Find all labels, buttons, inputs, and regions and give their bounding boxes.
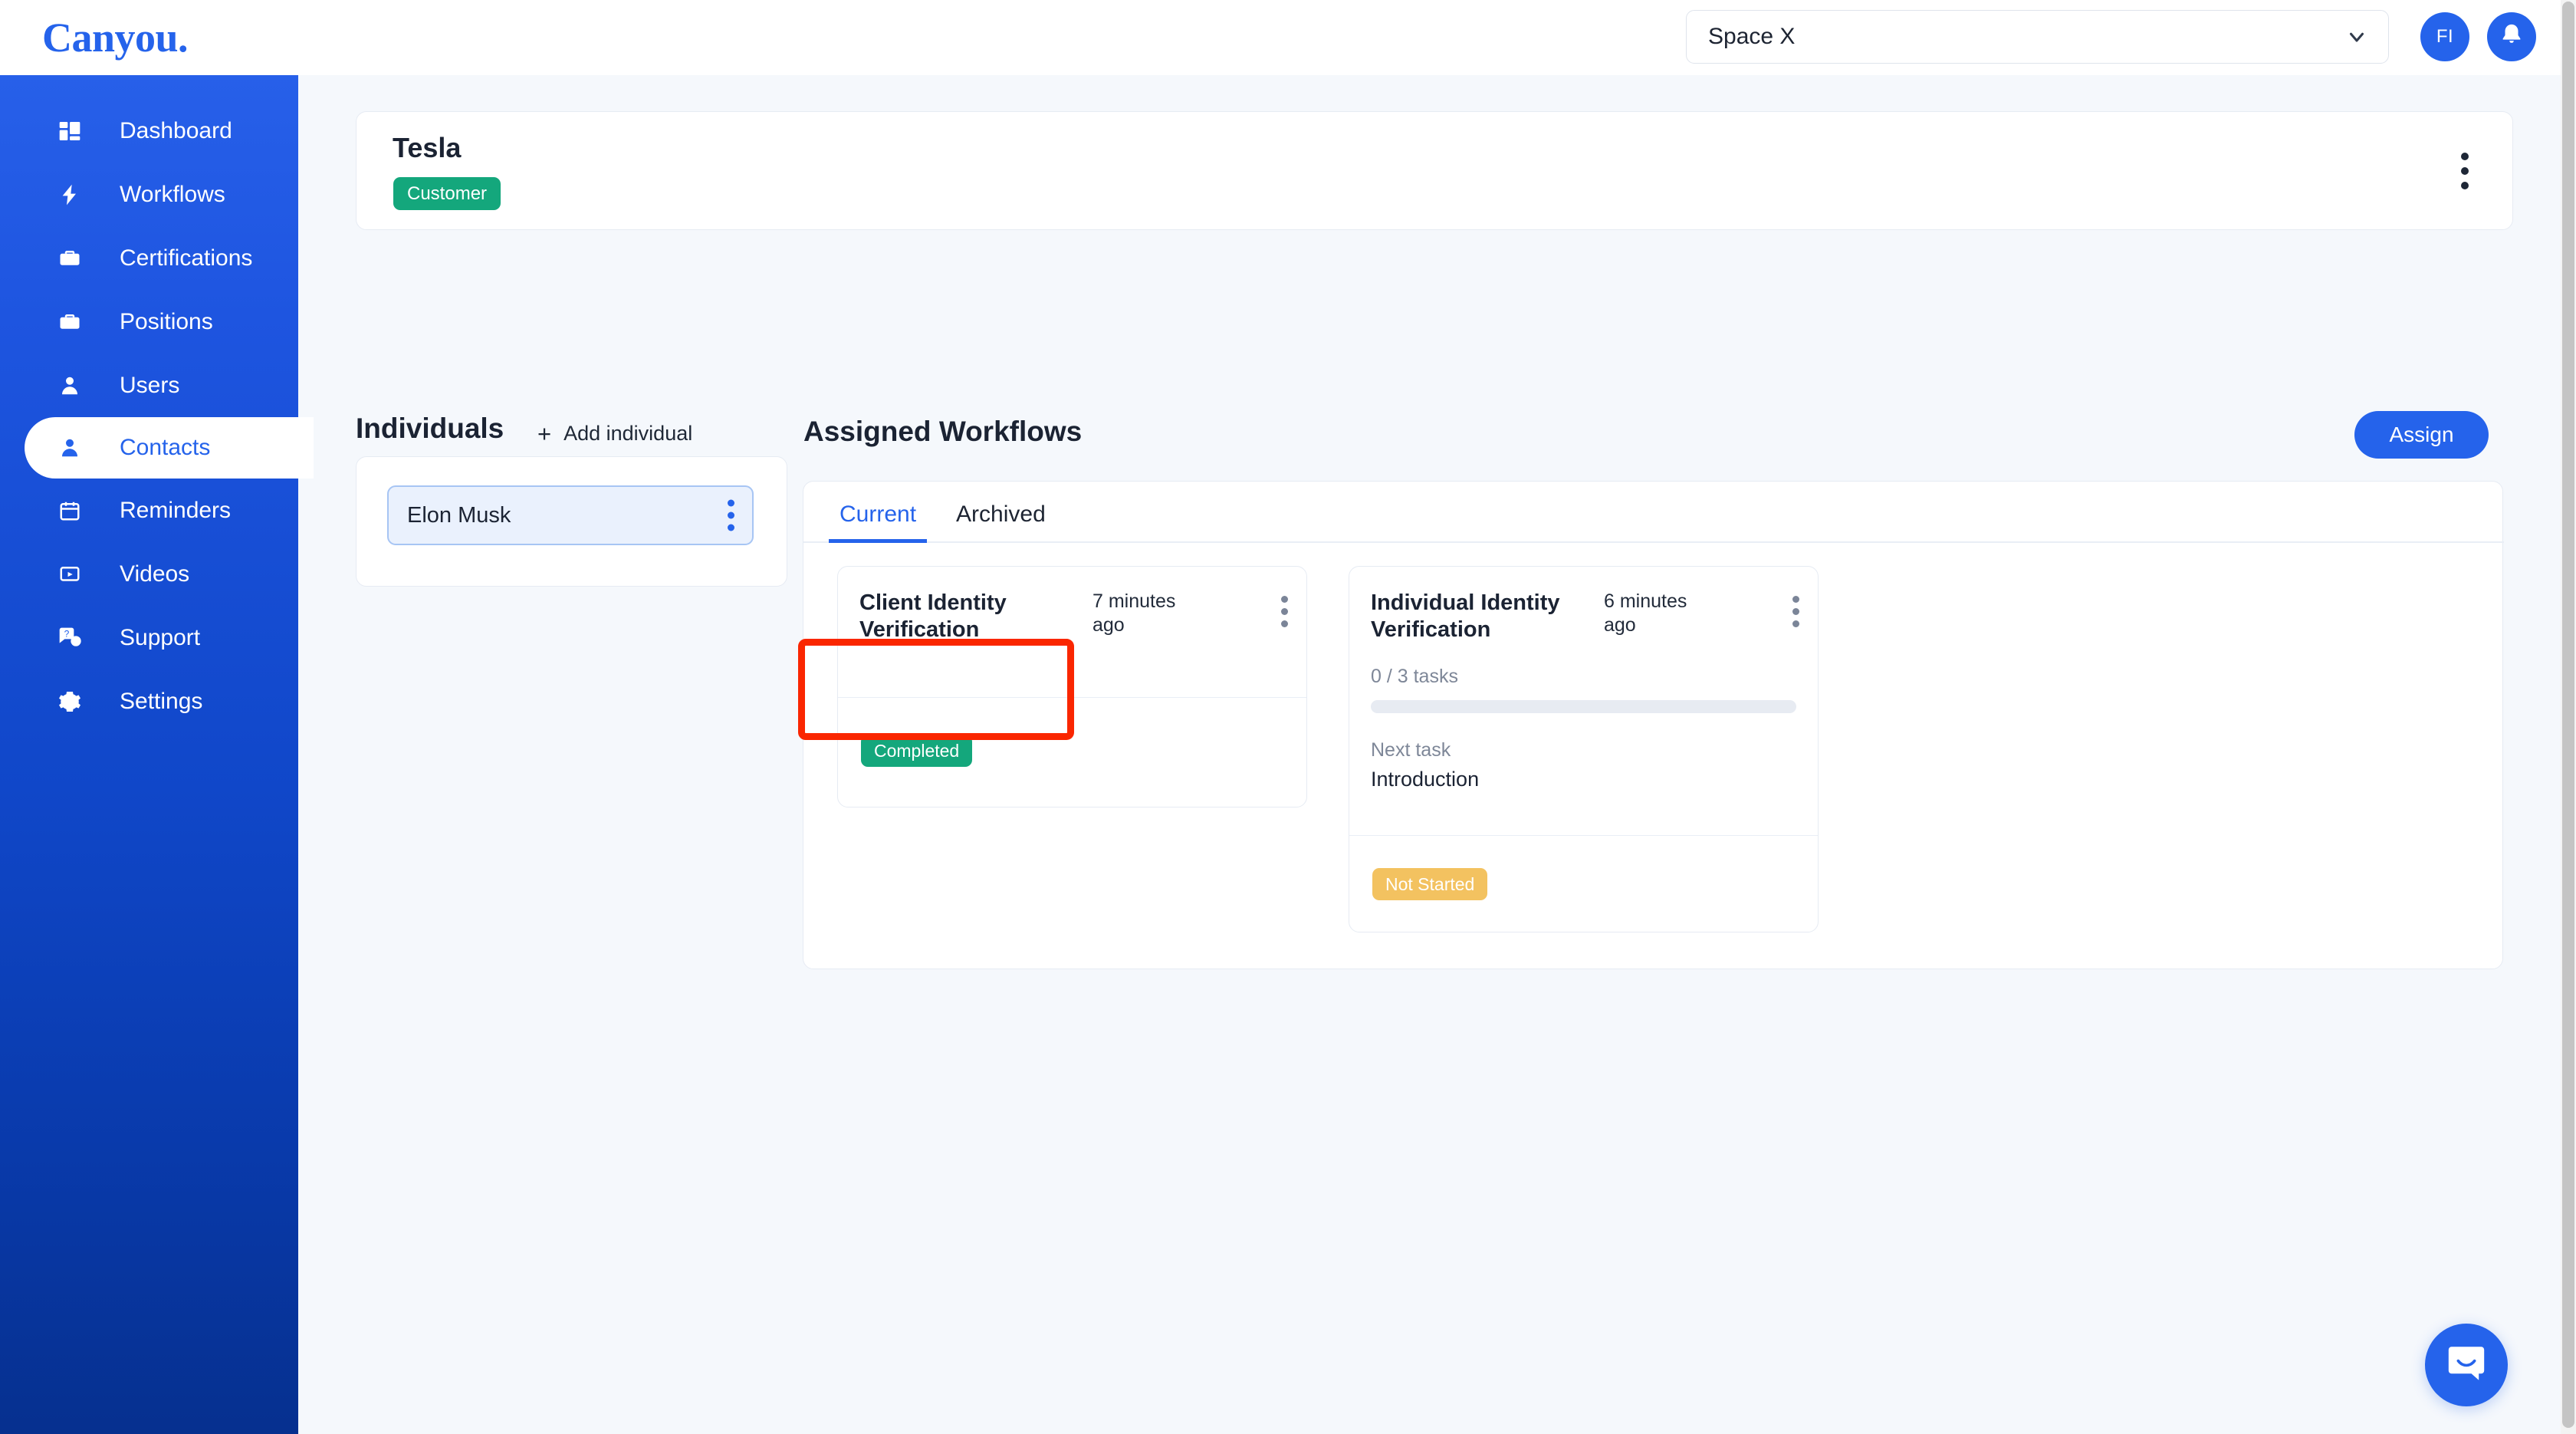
- sidebar-item-support[interactable]: ? Support: [0, 606, 298, 669]
- dashboard-icon: [54, 119, 85, 143]
- sidebar-item-label: Contacts: [120, 435, 211, 460]
- assign-button[interactable]: Assign: [2354, 411, 2489, 459]
- organisation-select-value: Space X: [1708, 24, 1796, 49]
- kebab-dot: [728, 524, 734, 531]
- avatar[interactable]: FI: [2420, 12, 2469, 61]
- briefcase-icon: [54, 311, 85, 334]
- kebab-dot: [2461, 153, 2469, 160]
- chat-bubble-icon: [2444, 1341, 2489, 1390]
- sidebar-item-dashboard[interactable]: Dashboard: [0, 99, 298, 163]
- workflow-name: Individual Identity Verification: [1371, 590, 1560, 643]
- assigned-workflows-panel: Current Archived Client Identity Verific…: [803, 481, 2504, 969]
- bell-icon: [2499, 22, 2525, 52]
- kebab-dot: [728, 499, 734, 507]
- status-badge: Customer: [393, 177, 501, 210]
- user-icon: [54, 436, 85, 459]
- assigned-workflows-heading: Assigned Workflows: [803, 416, 1083, 447]
- organisation-select[interactable]: Space X: [1686, 10, 2389, 64]
- kebab-dot: [2461, 167, 2469, 175]
- sidebar-item-label: Certifications: [120, 245, 253, 271]
- video-icon: [54, 563, 85, 586]
- sidebar-item-label: Workflows: [120, 181, 225, 207]
- individual-name: Elon Musk: [407, 502, 511, 528]
- add-individual-label: Add individual: [564, 422, 693, 445]
- sidebar-item-users[interactable]: Users: [0, 354, 298, 417]
- workflow-card-header: Individual Identity Verification 6 minut…: [1349, 567, 1818, 644]
- sidebar-item-videos[interactable]: Videos: [0, 542, 298, 606]
- list-item[interactable]: Elon Musk: [387, 485, 754, 545]
- kebab-dot: [1792, 620, 1799, 627]
- sidebar-item-reminders[interactable]: Reminders: [0, 479, 298, 542]
- status-badge: Not Started: [1372, 868, 1488, 900]
- task-count: 0 / 3 tasks: [1371, 665, 1458, 687]
- sidebar-item-label: Positions: [120, 308, 213, 334]
- workflow-timestamp: 7 minutes ago: [1092, 590, 1176, 636]
- sidebar-item-label: Videos: [120, 561, 190, 587]
- chat-launcher-button[interactable]: [2425, 1324, 2508, 1406]
- chevron-down-icon: [2345, 25, 2368, 48]
- workflow-card-list: Client Identity Verification 7 minutes a…: [837, 566, 1819, 932]
- sidebar-item-settings[interactable]: Settings: [0, 669, 298, 733]
- user-icon: [54, 374, 85, 397]
- divider: [838, 697, 1306, 698]
- app-root: Canyou. Dashboard Workflows Certificatio…: [0, 0, 2576, 1434]
- sidebar-item-contacts[interactable]: Contacts: [25, 417, 314, 479]
- plus-icon: +: [537, 420, 552, 447]
- kebab-menu-icon[interactable]: [728, 499, 734, 531]
- kebab-dot: [1281, 596, 1288, 603]
- tab-archived[interactable]: Archived: [945, 502, 1056, 541]
- logo-area[interactable]: Canyou.: [0, 0, 298, 75]
- lightning-icon: [54, 183, 85, 207]
- entity-header-card: Tesla Customer: [356, 111, 2513, 230]
- sidebar: Canyou. Dashboard Workflows Certificatio…: [0, 0, 314, 1434]
- individuals-panel: Elon Musk: [356, 456, 787, 587]
- next-task-label: Next task: [1371, 738, 1451, 761]
- gear-icon: [54, 690, 85, 713]
- sidebar-item-label: Dashboard: [120, 117, 232, 143]
- sidebar-item-label: Reminders: [120, 497, 232, 523]
- add-individual-button[interactable]: + Add individual: [537, 422, 692, 446]
- next-task-value: Introduction: [1371, 767, 1480, 791]
- sidebar-item-label: Settings: [120, 688, 203, 714]
- tab-current[interactable]: Current: [829, 502, 928, 543]
- divider: [1349, 835, 1818, 836]
- sidebar-nav: Dashboard Workflows Certifications Posit…: [0, 99, 314, 733]
- kebab-menu-icon[interactable]: [1281, 596, 1288, 627]
- kebab-dot: [2461, 182, 2469, 189]
- kebab-menu-icon[interactable]: [1792, 596, 1799, 627]
- main-content: Tesla Customer Individuals + Add individ…: [298, 75, 2576, 1434]
- workflow-card[interactable]: Individual Identity Verification 6 minut…: [1349, 566, 1819, 932]
- page-title: Tesla: [393, 132, 462, 163]
- top-bar: Space X FI: [298, 0, 2576, 75]
- svg-text:?: ?: [64, 628, 70, 639]
- briefcase-icon: [54, 247, 85, 270]
- kebab-dot: [1281, 620, 1288, 627]
- workflow-card-header: Client Identity Verification 7 minutes a…: [838, 567, 1306, 644]
- kebab-dot: [1281, 608, 1288, 615]
- canyou-logo: Canyou.: [42, 15, 189, 61]
- workflow-card[interactable]: Client Identity Verification 7 minutes a…: [837, 566, 1307, 807]
- sidebar-item-workflows[interactable]: Workflows: [0, 163, 298, 226]
- avatar-initials: FI: [2436, 26, 2454, 47]
- individuals-heading: Individuals: [356, 413, 504, 444]
- workflow-name: Client Identity Verification: [859, 590, 1007, 643]
- sidebar-item-label: Support: [120, 624, 201, 650]
- question-chat-icon: ?: [54, 626, 85, 650]
- calendar-icon: [54, 499, 85, 522]
- notifications-button[interactable]: [2487, 12, 2536, 61]
- workflow-timestamp: 6 minutes ago: [1604, 590, 1687, 636]
- kebab-dot: [1792, 608, 1799, 615]
- workflow-tabs: Current Archived: [803, 482, 2504, 543]
- sidebar-item-label: Users: [120, 372, 180, 398]
- sidebar-item-positions[interactable]: Positions: [0, 290, 298, 354]
- kebab-menu-icon[interactable]: [2446, 143, 2483, 199]
- kebab-dot: [728, 511, 734, 519]
- kebab-dot: [1792, 596, 1799, 603]
- status-badge: Completed: [861, 735, 973, 767]
- scrollbar-thumb[interactable]: [2562, 2, 2574, 1428]
- sidebar-item-certifications[interactable]: Certifications: [0, 226, 298, 290]
- progress-bar: [1371, 699, 1796, 713]
